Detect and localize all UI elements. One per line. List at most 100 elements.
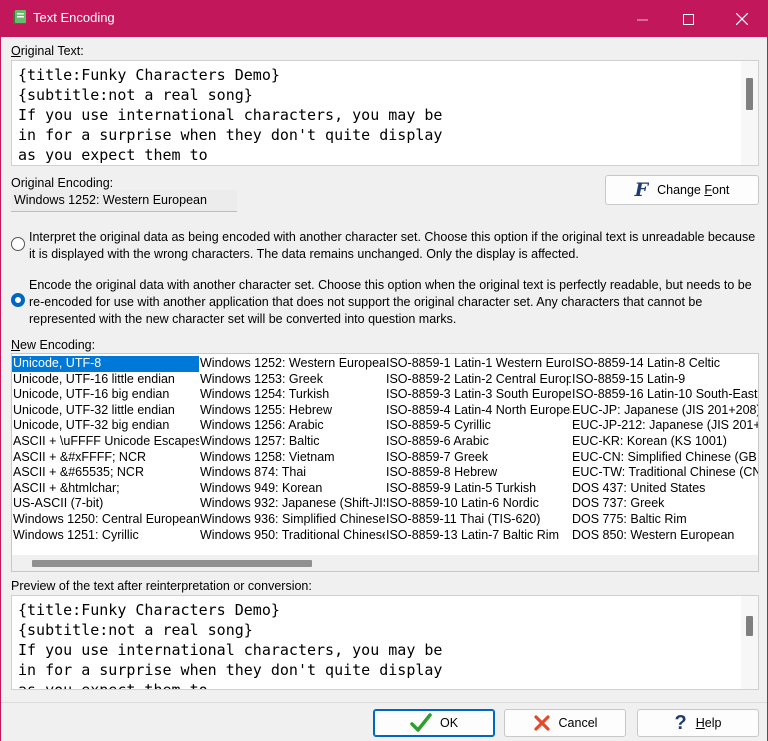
encoding-item[interactable]: Windows 1257: Baltic	[199, 434, 385, 450]
encoding-item[interactable]: EUC-CN: Simplified Chinese (GB 2	[571, 450, 758, 466]
encode-option-radio[interactable]	[11, 293, 25, 307]
option-line: re-encoded for use with another applicat…	[29, 295, 703, 309]
encode-option-text[interactable]: Encode the original data with another ch…	[29, 277, 752, 328]
close-button[interactable]	[719, 1, 765, 37]
interpret-option-text[interactable]: Interpret the original data as being enc…	[29, 229, 755, 263]
cancel-x-icon	[533, 715, 550, 731]
title-bar: Text Encoding	[1, 1, 767, 37]
scrollbar-thumb[interactable]	[746, 616, 753, 636]
ok-button[interactable]: OK	[373, 709, 495, 737]
encoding-item[interactable]: Windows 1255: Hebrew	[199, 403, 385, 419]
change-font-button[interactable]: F Change Font	[605, 175, 759, 205]
encoding-item[interactable]: ASCII + \uFFFF Unicode Escapes	[12, 434, 199, 450]
option-line: it is displayed with the wrong character…	[29, 247, 579, 261]
encoding-item[interactable]: Windows 874: Thai	[199, 465, 385, 481]
help-question-icon: ?	[674, 711, 687, 734]
encoding-item[interactable]: EUC-KR: Korean (KS 1001)	[571, 434, 758, 450]
minimize-icon	[636, 19, 648, 20]
encoding-item[interactable]: Unicode, UTF-32 big endian	[12, 418, 199, 434]
encoding-item[interactable]: ISO-8859-6 Arabic	[385, 434, 571, 450]
cancel-button[interactable]: Cancel	[504, 709, 626, 737]
original-text-label: Original Text:	[11, 44, 84, 58]
close-icon	[736, 13, 748, 25]
encoding-item[interactable]: ISO-8859-1 Latin-1 Western Europ	[385, 356, 571, 372]
help-label: Help	[695, 716, 722, 730]
original-text-scrollbar[interactable]	[741, 61, 758, 165]
encoding-item-selected[interactable]: Unicode, UTF-8	[12, 356, 199, 372]
encoding-item[interactable]: ISO-8859-9 Latin-5 Turkish	[385, 481, 571, 497]
help-button[interactable]: ? Help	[637, 709, 759, 737]
encoding-item[interactable]: ISO-8859-3 Latin-3 South Europea	[385, 387, 571, 403]
app-notebook-icon	[13, 10, 26, 24]
encoding-item[interactable]: ISO-8859-16 Latin-10 South-Easte	[571, 387, 758, 403]
encoding-item[interactable]: ISO-8859-15 Latin-9	[571, 372, 758, 388]
encoding-item[interactable]: Windows 1251: Cyrillic	[12, 528, 199, 544]
encoding-item[interactable]: ISO-8859-10 Latin-6 Nordic	[385, 496, 571, 512]
encoding-item[interactable]: ASCII + &#xFFFF; NCR	[12, 450, 199, 466]
original-encoding-label: Original Encoding:	[11, 176, 114, 190]
maximize-icon	[682, 13, 694, 25]
encoding-item[interactable]: Windows 949: Korean	[199, 481, 385, 497]
preview-scrollbar[interactable]	[741, 596, 758, 689]
encoding-item[interactable]: ISO-8859-8 Hebrew	[385, 465, 571, 481]
option-line: Interpret the original data as being enc…	[29, 230, 756, 244]
encoding-item[interactable]: Windows 936: Simplified Chinese (	[199, 512, 385, 528]
encoding-item[interactable]: Windows 1256: Arabic	[199, 418, 385, 434]
encoding-column: ISO-8859-1 Latin-1 Western Europ ISO-885…	[385, 356, 571, 543]
encoding-item[interactable]: Windows 1253: Greek	[199, 372, 385, 388]
original-text-line: If you use international characters, you…	[18, 106, 443, 124]
encoding-item[interactable]: DOS 850: Western European	[571, 528, 758, 544]
ok-label: OK	[439, 716, 459, 730]
encoding-item[interactable]: Unicode, UTF-16 big endian	[12, 387, 199, 403]
encoding-item[interactable]: Windows 1250: Central European	[12, 512, 199, 528]
original-text-line: {subtitle:not a real song}	[18, 86, 253, 104]
preview-label: Preview of the text after reinterpretati…	[11, 579, 312, 593]
change-font-label: Change Font	[657, 183, 730, 197]
encoding-column: Unicode, UTF-8 Unicode, UTF-16 little en…	[12, 356, 199, 543]
encoding-item[interactable]: ISO-8859-13 Latin-7 Baltic Rim	[385, 528, 571, 544]
checkmark-icon	[410, 713, 432, 732]
maximize-button[interactable]	[665, 1, 711, 37]
encoding-item[interactable]: Windows 1254: Turkish	[199, 387, 385, 403]
encoding-item[interactable]: DOS 737: Greek	[571, 496, 758, 512]
encoding-item[interactable]: ISO-8859-2 Latin-2 Central Europe	[385, 372, 571, 388]
preview-text-line: {title:Funky Characters Demo}	[18, 601, 280, 619]
encoding-item[interactable]: ISO-8859-11 Thai (TIS-620)	[385, 512, 571, 528]
encoding-list-scrollbar[interactable]	[12, 555, 758, 571]
encoding-item[interactable]: EUC-JP-212: Japanese (JIS 201+2	[571, 418, 758, 434]
encoding-item[interactable]: Windows 1258: Vietnam	[199, 450, 385, 466]
encoding-item[interactable]: Windows 932: Japanese (Shift-JIS	[199, 496, 385, 512]
encoding-item[interactable]: DOS 437: United States	[571, 481, 758, 497]
original-text-line: as you expect them to	[18, 146, 208, 164]
encoding-item[interactable]: US-ASCII (7-bit)	[12, 496, 199, 512]
encoding-item[interactable]: Unicode, UTF-16 little endian	[12, 372, 199, 388]
encoding-item[interactable]: ISO-8859-14 Latin-8 Celtic	[571, 356, 758, 372]
encoding-item[interactable]: EUC-JP: Japanese (JIS 201+208)	[571, 403, 758, 419]
font-icon: F	[634, 179, 649, 201]
encoding-item[interactable]: ISO-8859-4 Latin-4 North Europea	[385, 403, 571, 419]
text-encoding-dialog: Text Encoding Original Text: {title:Funk…	[0, 0, 768, 741]
minimize-button[interactable]	[619, 1, 665, 37]
new-encoding-list[interactable]: Unicode, UTF-8 Unicode, UTF-16 little en…	[11, 353, 759, 572]
original-text-box[interactable]: {title:Funky Characters Demo} {subtitle:…	[11, 60, 759, 166]
scrollbar-thumb[interactable]	[32, 560, 312, 567]
option-line: Encode the original data with another ch…	[29, 278, 752, 292]
preview-text-box[interactable]: {title:Funky Characters Demo} {subtitle:…	[11, 595, 759, 690]
scrollbar-thumb[interactable]	[746, 78, 753, 110]
encoding-item[interactable]: ASCII + &htmlchar;	[12, 481, 199, 497]
encoding-item[interactable]: ISO-8859-5 Cyrillic	[385, 418, 571, 434]
preview-text-line: as you expect them to	[18, 681, 208, 690]
dialog-footer: OK Cancel ? Help	[1, 702, 767, 741]
encoding-item[interactable]: EUC-TW: Traditional Chinese (CNS	[571, 465, 758, 481]
preview-text-line: {subtitle:not a real song}	[18, 621, 253, 639]
preview-text-line: in for a surprise when they don't quite …	[18, 661, 443, 679]
encoding-item[interactable]: Windows 950: Traditional Chinese	[199, 528, 385, 544]
encoding-item[interactable]: ASCII + &#65535; NCR	[12, 465, 199, 481]
encoding-item[interactable]: DOS 775: Baltic Rim	[571, 512, 758, 528]
encoding-item[interactable]: ISO-8859-7 Greek	[385, 450, 571, 466]
encoding-item[interactable]: Unicode, UTF-32 little endian	[12, 403, 199, 419]
preview-text-line: If you use international characters, you…	[18, 641, 443, 659]
original-text-line: {title:Funky Characters Demo}	[18, 66, 280, 84]
interpret-option-radio[interactable]	[11, 237, 25, 251]
encoding-item[interactable]: Windows 1252: Western European	[199, 356, 385, 372]
